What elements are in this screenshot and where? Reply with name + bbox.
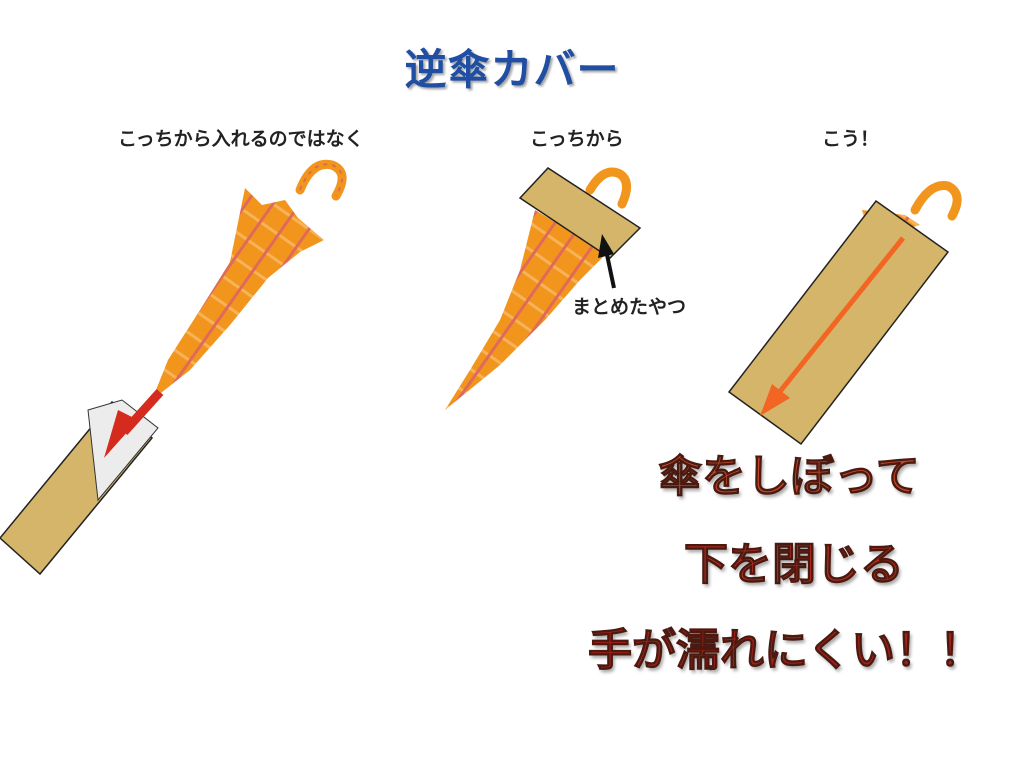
caption-hands-stay-dry: 手が濡れにくい！！ [587, 625, 984, 677]
umbrella-right-handle [910, 181, 962, 221]
label-not-this-way: こっちから入れるのではなく [118, 128, 364, 150]
page-title: 逆傘カバー [404, 45, 620, 94]
umbrella-left [152, 159, 347, 400]
umbrella-middle [445, 167, 642, 410]
slide: 逆傘カバー こっちから入れるのではなく こっちから こう！ まとめたやつ 傘をし… [0, 0, 1024, 768]
label-gathered-part: まとめたやつ [572, 296, 687, 318]
caption-close-bottom: 下を閉じる [684, 539, 905, 591]
caption-squeeze-umbrella: 傘をしぼって [658, 451, 921, 503]
umbrella-left-canopy [152, 188, 324, 400]
label-like-this: こう！ [822, 128, 880, 150]
cover-right-body [727, 199, 950, 446]
label-this-way: こっちから [530, 128, 624, 150]
umbrella-left-handle [295, 159, 347, 201]
